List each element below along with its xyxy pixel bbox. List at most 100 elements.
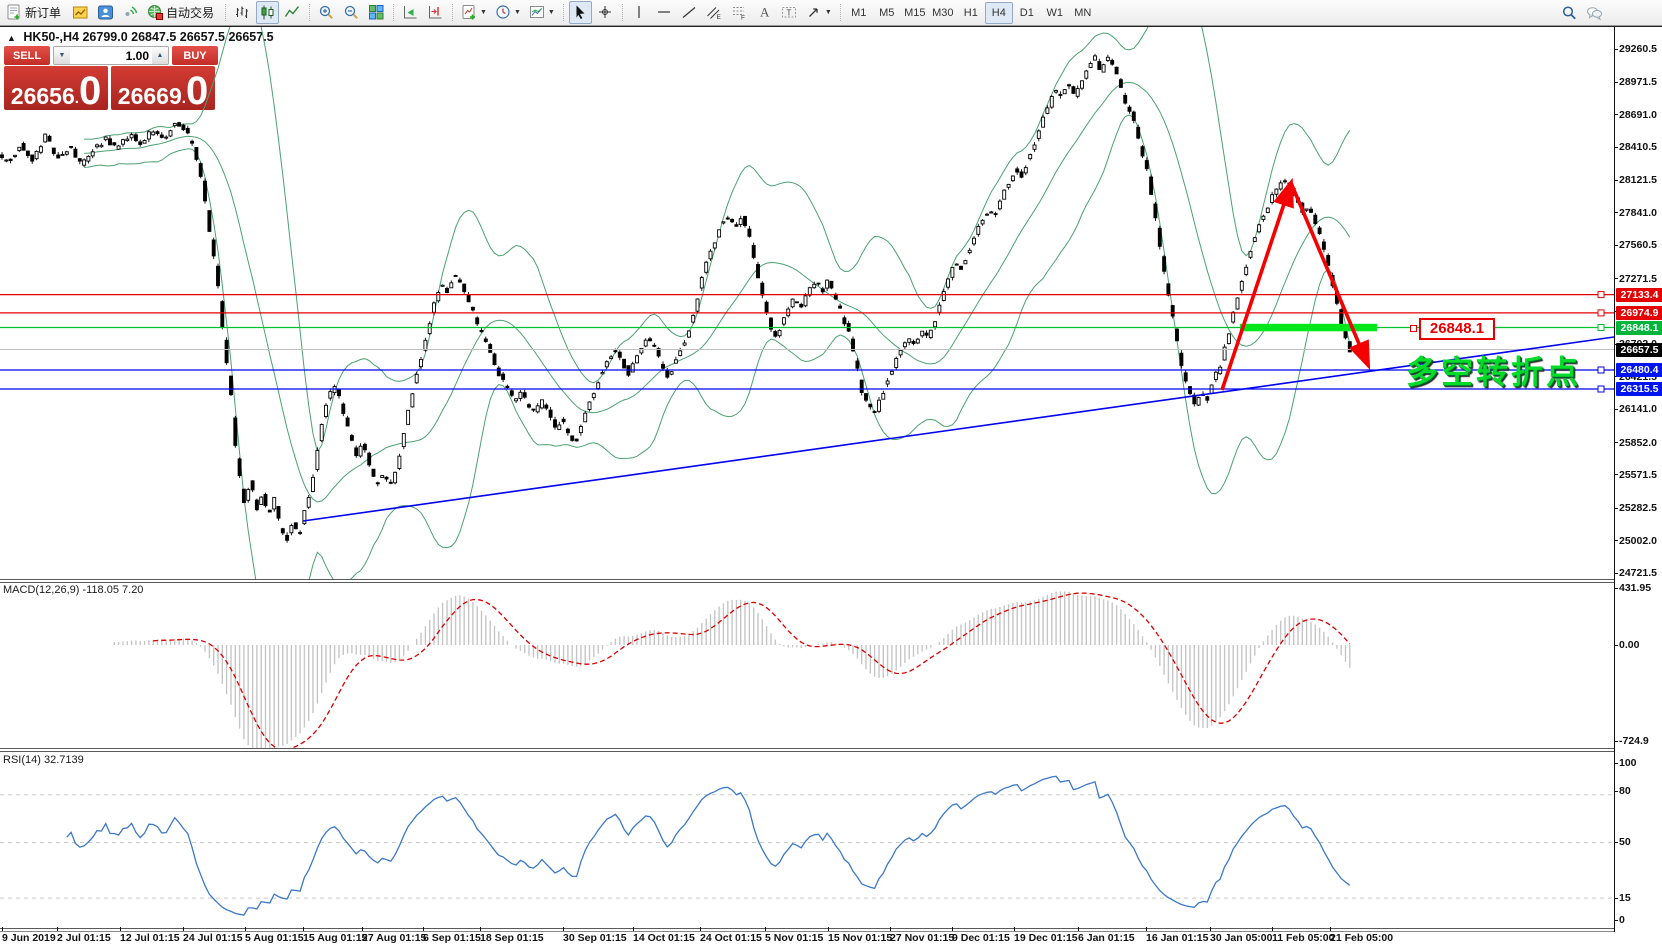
- time-axis-label: 27 Aug 01:15: [362, 932, 426, 944]
- price-axis-tick: [1614, 147, 1618, 148]
- time-axis-label: 30 Sep 01:15: [563, 932, 627, 944]
- time-axis-tick: [828, 927, 829, 931]
- rsi-axis-label: 0: [1619, 913, 1662, 927]
- timeframe-M5[interactable]: M5: [873, 2, 901, 24]
- chart-shift-button[interactable]: [424, 1, 447, 24]
- arrows-button[interactable]: ▼: [803, 1, 835, 24]
- toolbar-separator: [225, 4, 226, 21]
- chart-window[interactable]: ▲ HK50-,H4 26799.0 26847.5 26657.5 26657…: [0, 26, 1662, 947]
- price-badge: 26848.1: [1616, 321, 1662, 335]
- new-chart-button[interactable]: [69, 1, 92, 24]
- time-axis-tick: [1210, 927, 1211, 931]
- equidistant-channel-button[interactable]: E: [703, 1, 726, 24]
- tile-windows-button[interactable]: [365, 1, 388, 24]
- periods-button[interactable]: ▼: [492, 1, 524, 24]
- time-axis-tick: [952, 927, 953, 931]
- cn-annotation-text[interactable]: 多空转折点: [1406, 347, 1581, 393]
- timeframe-W1[interactable]: W1: [1041, 2, 1069, 24]
- time-axis-label: 16 Jan 01:15: [1146, 932, 1208, 944]
- bar-chart-button[interactable]: [231, 1, 254, 24]
- mt4-window: { "toolbar": { "groups": [ {"sep": false…: [0, 0, 1662, 947]
- time-axis-tick: [1330, 927, 1331, 931]
- rsi-pane: [0, 776, 1614, 915]
- timeframe-M30[interactable]: M30: [929, 2, 957, 24]
- price-axis-tick: [1614, 409, 1618, 410]
- svg-text:A: A: [760, 5, 770, 20]
- price-axis-tick: [1614, 442, 1618, 443]
- indicators-button[interactable]: ▼: [458, 1, 490, 24]
- time-axis-tick: [890, 927, 891, 931]
- zoom-in-button[interactable]: [315, 1, 338, 24]
- price-annotation-handle[interactable]: [1410, 325, 1417, 332]
- timeframe-H1[interactable]: H1: [957, 2, 985, 24]
- trendline-button[interactable]: [678, 1, 701, 24]
- price-axis-label: 25852.0: [1619, 436, 1662, 450]
- price-axis-label: 29260.5: [1619, 42, 1662, 56]
- rsi-axis-label: 50: [1619, 835, 1662, 849]
- price-axis-tick: [1614, 474, 1618, 475]
- pane-separator[interactable]: [0, 579, 1614, 580]
- vertical-line-button[interactable]: [628, 1, 651, 24]
- chart-panes[interactable]: [0, 27, 1614, 929]
- price-badge: 26480.4: [1616, 363, 1662, 377]
- time-axis-label: 30 Jan 05:00: [1210, 932, 1272, 944]
- auto-scroll-button[interactable]: [399, 1, 422, 24]
- svg-text:E: E: [716, 14, 721, 21]
- time-axis-tick: [1078, 927, 1079, 931]
- chat-button[interactable]: [1583, 2, 1606, 25]
- time-axis-label: 15 Nov 01:15: [828, 932, 892, 944]
- rsi-axis-tick: [1614, 920, 1618, 921]
- timeframe-M15[interactable]: M15: [901, 2, 929, 24]
- price-badge: 27133.4: [1616, 288, 1662, 302]
- main-chart-pane: [0, 27, 1614, 646]
- macd-axis-label: -724.9: [1619, 734, 1662, 748]
- price-axis-label: 27271.5: [1619, 272, 1662, 286]
- pane-separator[interactable]: [0, 748, 1614, 749]
- new-order-button[interactable]: 新订单: [3, 1, 67, 24]
- text-button[interactable]: A: [753, 1, 776, 24]
- candlestick-chart-button[interactable]: [256, 1, 279, 24]
- price-axis-label: 26141.0: [1619, 402, 1662, 416]
- time-axis-tick: [120, 927, 121, 931]
- price-axis-tick: [1614, 180, 1618, 181]
- price-axis-label: 28410.5: [1619, 140, 1662, 154]
- search-button[interactable]: [1558, 2, 1581, 25]
- time-axis-label: 2 Jul 01:15: [57, 932, 111, 944]
- time-axis-tick: [423, 927, 424, 931]
- signals-button[interactable]: [119, 1, 142, 24]
- price-axis-tick: [1614, 540, 1618, 541]
- svg-text:T: T: [786, 8, 791, 17]
- fibonacci-button[interactable]: F: [728, 1, 751, 24]
- time-axis-label: 27 Nov 01:15: [890, 932, 954, 944]
- time-axis-label: 21 Feb 05:00: [1330, 932, 1393, 944]
- time-axis-tick: [303, 927, 304, 931]
- toolbar-separator: [622, 4, 623, 21]
- macd-axis-label: 0.00: [1619, 638, 1662, 652]
- cursor-button[interactable]: [569, 1, 592, 24]
- price-annotation-box[interactable]: 26848.1: [1419, 318, 1495, 340]
- text-label-button[interactable]: T: [778, 1, 801, 24]
- time-axis-label: 6 Jan 01:15: [1078, 932, 1135, 944]
- timeframe-MN[interactable]: MN: [1069, 2, 1097, 24]
- time-axis-label: 19 Dec 01:15: [1014, 932, 1078, 944]
- price-axis-label: 25282.5: [1619, 501, 1662, 515]
- horizontal-line-button[interactable]: [653, 1, 676, 24]
- timeframe-M1[interactable]: M1: [845, 2, 873, 24]
- zoom-out-button[interactable]: [340, 1, 363, 24]
- toolbar-separator: [563, 4, 564, 21]
- time-axis-tick: [700, 927, 701, 931]
- market-watch-button[interactable]: [94, 1, 117, 24]
- price-axis-tick: [1614, 573, 1618, 574]
- timeframe-H4[interactable]: H4: [985, 2, 1013, 24]
- autotrading-button[interactable]: 自动交易: [144, 1, 220, 24]
- templates-button[interactable]: ▼: [526, 1, 558, 24]
- pane-separator[interactable]: [0, 582, 1614, 583]
- time-axis-label: 24 Oct 01:15: [700, 932, 762, 944]
- price-axis-label: 27560.5: [1619, 238, 1662, 252]
- line-chart-button[interactable]: [281, 1, 304, 24]
- rsi-label: RSI(14) 32.7139: [3, 754, 84, 766]
- timeframe-D1[interactable]: D1: [1013, 2, 1041, 24]
- pane-separator[interactable]: [0, 751, 1614, 752]
- price-axis-label: 24721.5: [1619, 566, 1662, 580]
- crosshair-button[interactable]: [594, 1, 617, 24]
